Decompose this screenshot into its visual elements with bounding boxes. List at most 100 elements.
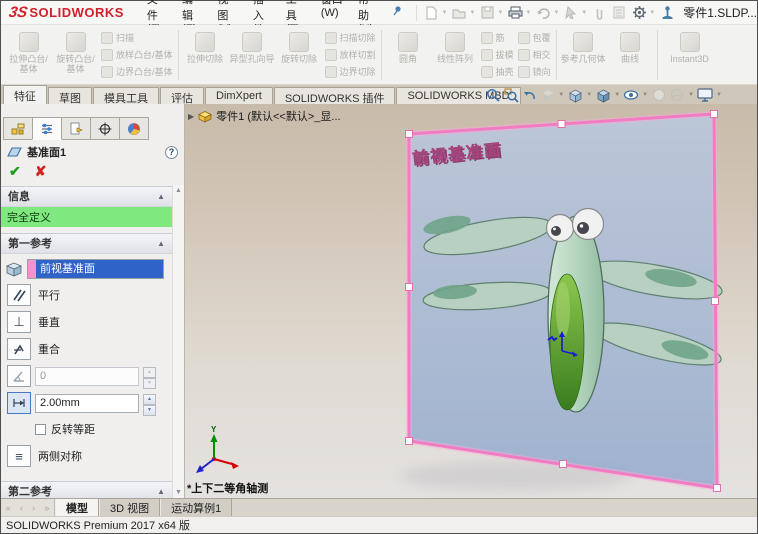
tab-property-manager[interactable] — [32, 117, 62, 140]
graphics-viewport[interactable]: 前视基准面 前视基准面 Y ▶ 零件1 (默认<<默认>_显... *上下二等角… — [185, 104, 757, 498]
perpendicular-button[interactable]: ⊥ — [7, 311, 31, 333]
panel-scrollbar[interactable]: ▲ ▼ — [172, 185, 184, 498]
selected-reference[interactable]: 前视基准面 — [36, 260, 163, 278]
tab-model[interactable]: 模型 — [55, 499, 99, 516]
select-icon[interactable] — [562, 4, 580, 22]
ribbon-button-swept-cut[interactable]: 扫描切除 — [324, 31, 376, 46]
ribbon-button-hole-wizard[interactable]: 异型孔向导 — [229, 28, 276, 82]
caret-icon[interactable]: ▼ — [442, 10, 448, 16]
tab-solidworks-addins[interactable]: SOLIDWORKS 插件 — [273, 87, 396, 105]
tab-display-manager[interactable] — [119, 117, 149, 140]
ribbon-button-intersect[interactable]: 相交 — [517, 47, 551, 62]
tab-3d-views[interactable]: 3D 视图 — [99, 499, 161, 516]
offset-distance-input[interactable]: 2.00mm — [35, 393, 139, 413]
pin-icon[interactable] — [391, 4, 403, 22]
ribbon-button-label: 扫描 — [116, 33, 135, 44]
last-tab-icon[interactable]: » — [44, 503, 49, 513]
tab-sketch[interactable]: 草图 — [48, 87, 92, 105]
ribbon-button-boundary-boss[interactable]: 边界凸台/基体 — [101, 64, 173, 79]
view-settings-icon[interactable] — [697, 87, 713, 103]
rebuild-icon[interactable] — [658, 4, 676, 22]
ribbon-button-reference-geometry[interactable]: 参考几何体 — [560, 28, 607, 82]
scroll-up-icon[interactable]: ▲ — [175, 187, 182, 194]
ribbon-button-draft[interactable]: 拔模 — [480, 47, 514, 62]
ribbon-button-fillet[interactable]: 圆角 — [385, 28, 432, 82]
section-second-reference[interactable]: 第二参考 ▲ — [1, 481, 172, 498]
coincident-button[interactable] — [7, 338, 31, 360]
first-reference-selection-box[interactable]: 前视基准面 — [27, 259, 164, 279]
caret-icon[interactable]: ▼ — [586, 92, 592, 98]
ribbon-button-revolved-cut[interactable]: 旋转切除 — [276, 28, 323, 82]
scroll-down-icon[interactable]: ▼ — [175, 489, 182, 496]
ribbon-button-linear-pattern[interactable]: 线性阵列 — [432, 28, 479, 82]
caret-icon[interactable]: ▼ — [581, 10, 587, 16]
caret-icon[interactable]: ▼ — [497, 10, 503, 16]
tab-scroll-buttons[interactable]: « ‹ › » — [1, 499, 55, 516]
part-tree-item[interactable]: 零件1 (默认<<默认>_显... — [216, 108, 340, 124]
hide-show-items-icon[interactable] — [623, 87, 639, 103]
parallel-button[interactable] — [7, 284, 31, 306]
midplane-button[interactable]: ≡ — [7, 445, 31, 467]
options-gear-icon[interactable] — [630, 4, 648, 22]
tab-features[interactable]: 特征 — [3, 85, 47, 104]
ribbon-button-label: 线性阵列 — [437, 54, 474, 64]
heads-up-view-toolbar: ▼ ▼ ▼ ▼ ▼ ▼ — [485, 87, 723, 103]
offset-distance-spinner[interactable]: ▲ ▼ — [143, 393, 156, 416]
tab-mold-tools[interactable]: 模具工具 — [93, 87, 159, 105]
caret-icon[interactable]: ▼ — [553, 10, 559, 16]
view-orientation-icon[interactable] — [567, 87, 583, 103]
tab-configuration-manager[interactable] — [61, 117, 91, 140]
ribbon-button-shell[interactable]: 抽壳 — [480, 64, 514, 79]
next-tab-icon[interactable]: › — [32, 503, 35, 513]
caret-icon[interactable]: ▼ — [469, 10, 475, 16]
prev-tab-icon[interactable]: ‹ — [20, 503, 23, 513]
tab-dimxpert-manager[interactable] — [90, 117, 120, 140]
ok-button[interactable]: ✔ — [9, 163, 21, 180]
ribbon-button-instant3d[interactable]: Instant3D — [661, 28, 719, 82]
ribbon-button-curves[interactable]: 曲线 — [607, 28, 654, 82]
ribbon-button-lofted-cut[interactable]: 放样切割 — [324, 47, 376, 62]
tab-motion-study[interactable]: 运动算例1 — [160, 499, 233, 516]
caret-icon[interactable]: ▼ — [649, 10, 655, 16]
zoom-to-fit-icon[interactable] — [485, 87, 501, 103]
caret-icon[interactable]: ▼ — [614, 92, 620, 98]
feature-tree-flyout[interactable]: ▶ 零件1 (默认<<默认>_显... — [188, 108, 341, 124]
print-icon[interactable] — [506, 4, 524, 22]
caret-icon[interactable]: ▼ — [642, 92, 648, 98]
new-document-icon[interactable] — [423, 4, 441, 22]
tab-feature-manager[interactable] — [3, 117, 33, 140]
ribbon-button-swept-boss[interactable]: 扫描 — [101, 31, 173, 46]
mirror-icon — [517, 65, 530, 78]
divider — [177, 30, 179, 80]
tab-evaluate[interactable]: 评估 — [160, 87, 204, 105]
ribbon-button-wrap[interactable]: 包覆 — [517, 31, 551, 46]
offset-distance-button[interactable] — [7, 392, 31, 414]
display-manager-icon — [128, 122, 140, 135]
midplane-label: 两侧对称 — [38, 451, 82, 463]
caret-icon[interactable]: ▼ — [716, 92, 722, 98]
caret-icon[interactable]: ▼ — [558, 92, 564, 98]
expand-arrow-icon[interactable]: ▶ — [188, 112, 194, 121]
ribbon-button-revolved-boss[interactable]: 旋转凸台/基体 — [52, 28, 99, 82]
section-message[interactable]: 信息 ▲ — [1, 186, 172, 207]
flip-offset-checkbox[interactable] — [35, 423, 46, 435]
caret-icon[interactable]: ▼ — [525, 10, 531, 16]
ribbon-button-rib[interactable]: 筋 — [480, 31, 514, 46]
zoom-to-area-icon[interactable] — [503, 87, 519, 103]
ribbon-button-boundary-cut[interactable]: 边界切除 — [324, 64, 376, 79]
tab-dimxpert[interactable]: DimXpert — [205, 87, 273, 104]
ribbon-button-extruded-cut[interactable]: 拉伸切除 — [182, 28, 229, 82]
first-tab-icon[interactable]: « — [6, 503, 11, 513]
undo-icon[interactable] — [534, 4, 552, 22]
ribbon-button-lofted-boss[interactable]: 放样凸台/基体 — [101, 47, 173, 62]
cancel-button[interactable]: ✘ — [35, 163, 47, 180]
save-icon[interactable] — [478, 4, 496, 22]
help-icon[interactable]: ? — [165, 145, 178, 159]
caret-icon[interactable]: ▼ — [688, 92, 694, 98]
previous-view-icon[interactable] — [521, 87, 537, 103]
ribbon-button-extruded-boss[interactable]: 拉伸凸台/基体 — [5, 28, 52, 82]
section-first-reference[interactable]: 第一参考 ▲ — [1, 233, 172, 254]
ribbon-button-mirror[interactable]: 镜向 — [517, 64, 551, 79]
open-icon[interactable] — [450, 4, 468, 22]
display-style-icon[interactable] — [595, 87, 611, 103]
